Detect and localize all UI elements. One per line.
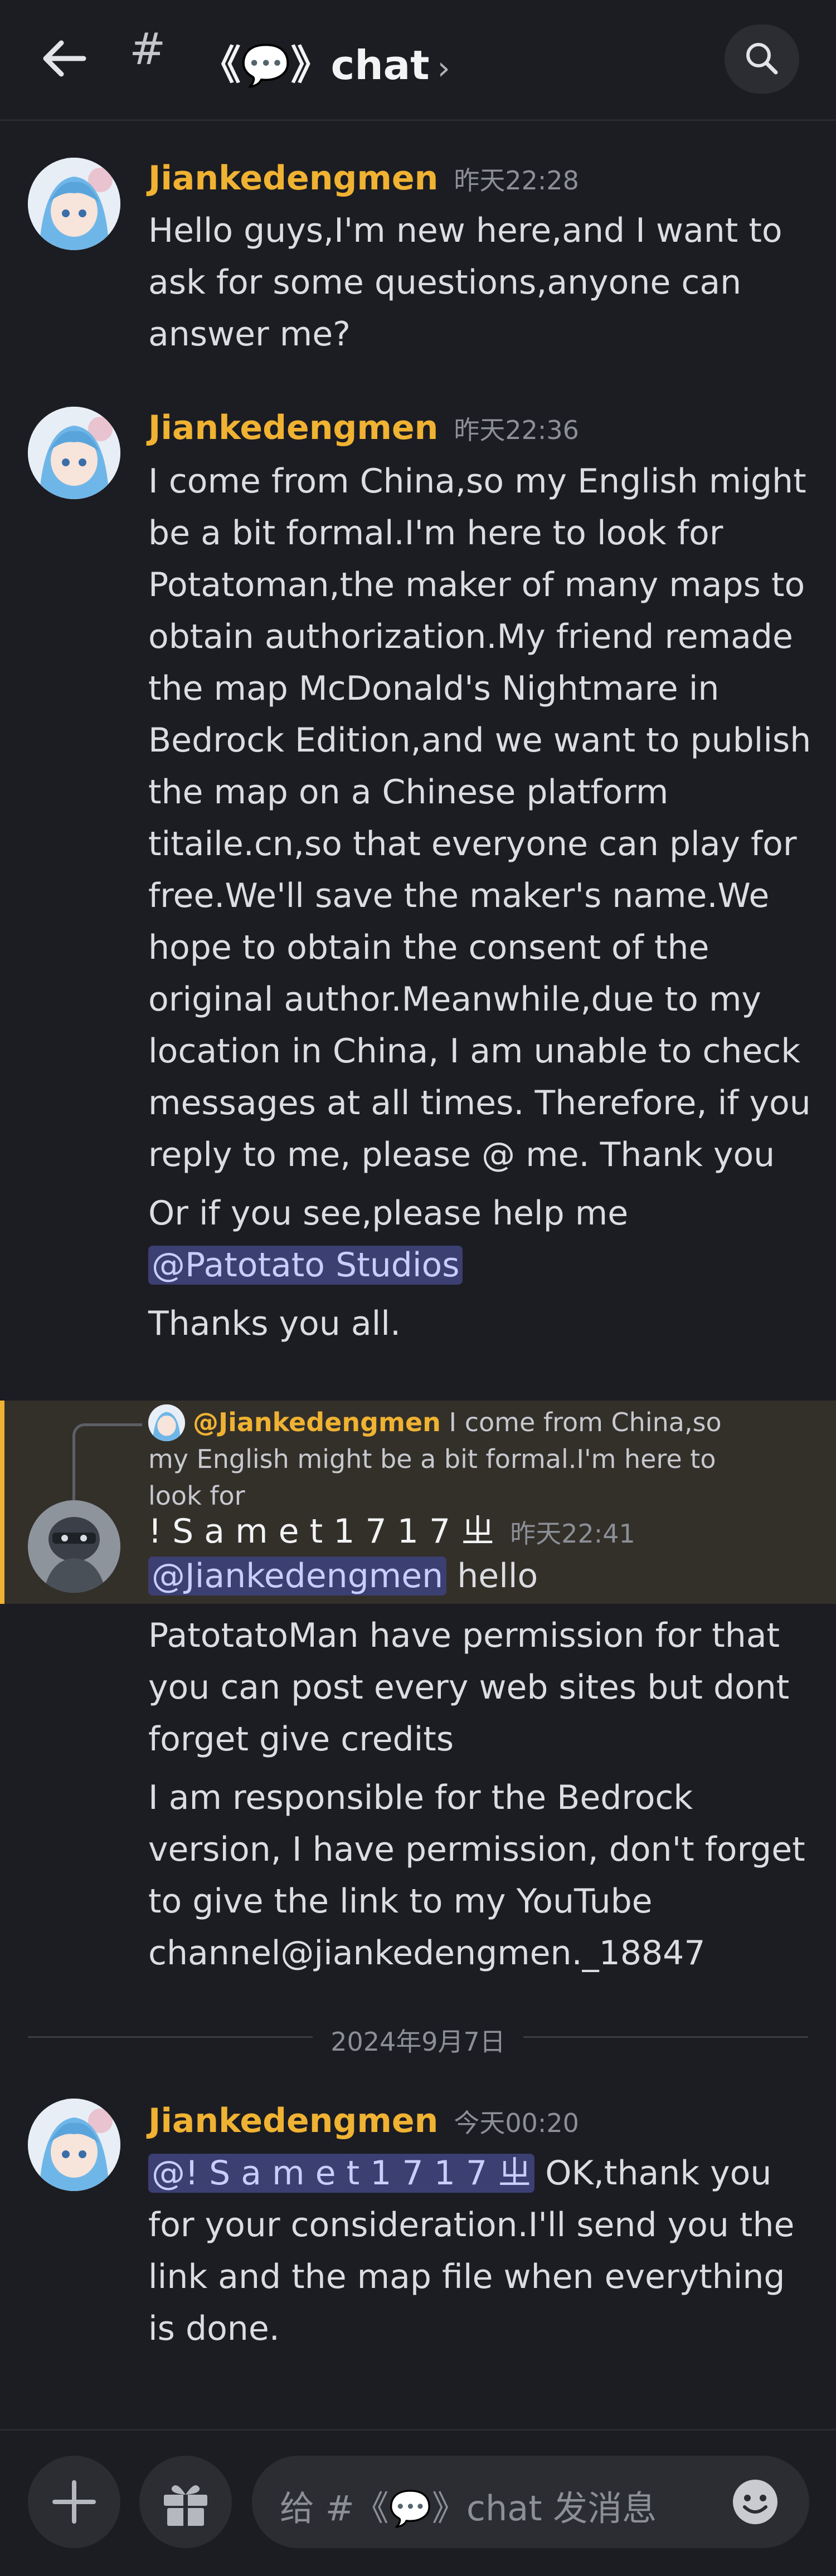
message-text: PatotatoMan have permission for that you… xyxy=(148,1616,790,1759)
author-name[interactable]: Jiankedengmen xyxy=(148,159,438,198)
author-name[interactable]: Jiankedengmen xyxy=(148,408,438,447)
message-content: I come from China,so my English might be… xyxy=(148,456,811,1357)
back-arrow-icon[interactable] xyxy=(39,33,89,84)
user-mention[interactable]: @Jiankedengmen xyxy=(148,1557,447,1596)
message-text-inline: hello xyxy=(446,1557,538,1596)
hashtag-icon: # xyxy=(129,25,166,75)
timestamp: 今天00:20 xyxy=(454,2108,579,2138)
message-header: ! S a m e t 1 7 1 7 ㄓ昨天22:41 xyxy=(148,1504,635,1553)
message-text: I am responsible for the Bedrock version… xyxy=(148,1778,805,1973)
emoji-icon[interactable] xyxy=(730,2477,780,2527)
user-mention[interactable]: @Patotato Studios xyxy=(148,1246,463,1285)
message-content: Hello guys,I'm new here,and I want to as… xyxy=(148,205,811,367)
gift-button[interactable] xyxy=(139,2456,232,2548)
avatar[interactable] xyxy=(28,2099,120,2191)
reply-author: @Jiankedengmen xyxy=(193,1407,441,1437)
message-content: @Jiankedengmen hello PatotatoMan have pe… xyxy=(148,1550,811,1986)
composer-bar: 给 #《💬》chat 发消息 xyxy=(0,2429,836,2576)
message-input[interactable]: 给 #《💬》chat 发消息 xyxy=(252,2456,809,2548)
chevron-right-icon: › xyxy=(437,49,450,87)
message-text: I come from China,so my English might be… xyxy=(148,462,811,1174)
message-content: @! S a m e t 1 7 1 7 ㄓ OK,thank you for … xyxy=(148,2148,811,2362)
gift-icon xyxy=(164,2485,207,2526)
message-header: Jiankedengmen 今天00:20 xyxy=(148,2101,579,2140)
message-header: Jiankedengmen 昨天22:36 xyxy=(148,408,579,447)
search-button[interactable] xyxy=(725,25,799,94)
plus-icon xyxy=(52,2480,96,2524)
channel-header: # 《💬》chat › xyxy=(0,0,836,121)
search-icon xyxy=(746,43,778,75)
author-name[interactable]: ! S a m e t 1 7 1 7 ㄓ xyxy=(148,1512,494,1551)
timestamp: 昨天22:36 xyxy=(454,415,579,445)
date-divider: 2024年9月7日 xyxy=(28,2025,808,2057)
channel-name: 《💬》chat xyxy=(201,42,430,89)
add-attachment-button[interactable] xyxy=(28,2456,120,2548)
divider-label-wrap: 2024年9月7日 xyxy=(28,2022,808,2058)
avatar[interactable] xyxy=(28,1500,120,1593)
message-text: Or if you see,please help me @Patotato S… xyxy=(148,1188,811,1291)
avatar[interactable] xyxy=(28,158,120,250)
message-text: @Jiankedengmen hello xyxy=(148,1550,811,1602)
message-input-placeholder: 给 #《💬》chat 发消息 xyxy=(280,2488,657,2529)
message-text-inline: Or if you see,please help me xyxy=(148,1194,629,1233)
avatar[interactable] xyxy=(28,407,120,499)
timestamp: 昨天22:41 xyxy=(510,1519,635,1549)
channel-title[interactable]: 《💬》chat › xyxy=(201,32,450,91)
message-text: @! S a m e t 1 7 1 7 ㄓ OK,thank you for … xyxy=(148,2148,811,2355)
author-name[interactable]: Jiankedengmen xyxy=(148,2101,438,2140)
message-text: Thanks you all. xyxy=(148,1304,401,1343)
timestamp: 昨天22:28 xyxy=(454,165,579,196)
divider-date: 2024年9月7日 xyxy=(313,2027,523,2057)
reply-preview[interactable]: @Jiankedengmen I come from China,so my E… xyxy=(148,1404,733,1514)
message-header: Jiankedengmen 昨天22:28 xyxy=(148,159,579,198)
message-text: Hello guys,I'm new here,and I want to as… xyxy=(148,211,782,354)
user-mention[interactable]: @! S a m e t 1 7 1 7 ㄓ xyxy=(148,2154,535,2193)
